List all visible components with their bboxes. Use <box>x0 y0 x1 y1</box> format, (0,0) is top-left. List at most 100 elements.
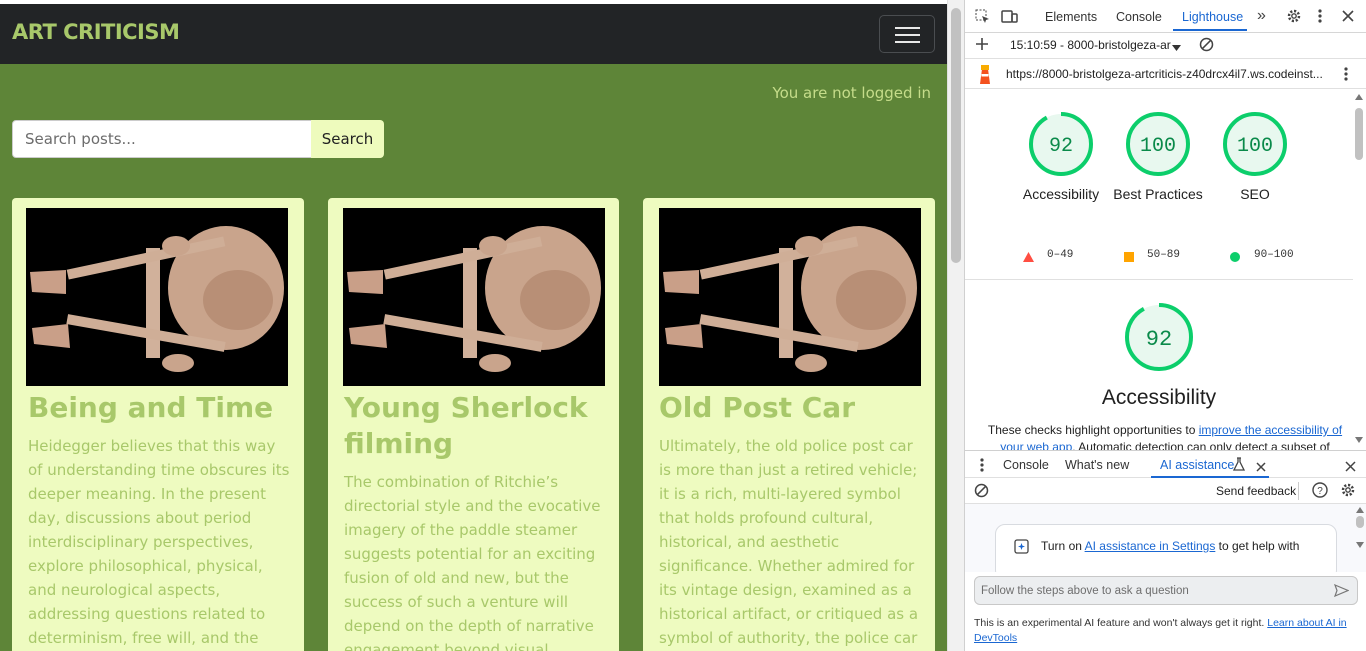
login-status: You are not logged in <box>772 84 931 102</box>
description-text: These checks highlight opportunities to <box>987 423 1199 437</box>
scroll-up-arrow-icon[interactable] <box>1355 94 1363 100</box>
ai-sparkle-icon <box>1014 539 1029 554</box>
ai-disclaimer: This is an experimental AI feature and w… <box>974 616 1360 646</box>
score-label: Best Practices <box>1113 186 1203 202</box>
scroll-up-arrow-icon[interactable] <box>1356 507 1364 513</box>
hamburger-icon <box>895 34 920 36</box>
report-scrollbar[interactable] <box>1351 94 1366 450</box>
search-button[interactable]: Search <box>311 120 384 158</box>
website-viewport: ART CRITICISM You are not logged in Sear… <box>0 0 947 651</box>
post-image-sculpture[interactable] <box>26 208 288 386</box>
ai-panel-scrollbar-thumb[interactable] <box>1356 516 1364 528</box>
more-tabs-icon[interactable]: » <box>1257 8 1266 24</box>
category-description: These checks highlight opportunities to … <box>977 422 1353 450</box>
kebab-menu-icon[interactable] <box>1317 8 1323 27</box>
ai-question-input[interactable] <box>974 576 1358 605</box>
drawer-tabbar: Console What's new AI assistance <box>965 450 1366 478</box>
hamburger-icon <box>895 27 920 29</box>
legend-average: 50–89 <box>1147 249 1181 261</box>
post-excerpt: Ultimately, the old police post car is m… <box>659 437 919 647</box>
site-brand[interactable]: ART CRITICISM <box>12 20 180 44</box>
new-report-plus-icon[interactable] <box>975 37 989 54</box>
average-square-icon <box>1124 252 1134 262</box>
ai-toolbar: Send feedback ? <box>965 478 1366 504</box>
vertical-divider <box>1298 482 1299 500</box>
score-value: 100 <box>1237 135 1273 158</box>
score-gauge-best-practices[interactable]: 100 <box>1123 109 1193 179</box>
devtools-tabbar: Elements Console Lighthouse » <box>965 0 1366 33</box>
flask-icon <box>1232 457 1246 474</box>
post-title[interactable]: Young Sherlock filming <box>344 390 609 462</box>
legend-pass: 90–100 <box>1254 249 1294 261</box>
post-image-sculpture[interactable] <box>659 208 921 386</box>
ai-settings-link[interactable]: AI assistance in Settings <box>1085 539 1216 553</box>
drawer-tab-console[interactable]: Console <box>1003 458 1049 472</box>
tab-lighthouse[interactable]: Lighthouse <box>1182 10 1243 24</box>
active-tab-indicator <box>1173 29 1247 31</box>
lighthouse-report: 92 100 100 Accessibility Best Practices <box>965 89 1366 450</box>
send-feedback-link[interactable]: Send feedback <box>1216 484 1296 498</box>
score-value: 100 <box>1140 135 1176 158</box>
lighthouse-logo-icon <box>977 63 993 88</box>
ai-onboarding-card: Turn on AI assistance in Settings to get… <box>995 524 1337 572</box>
close-tab-icon[interactable] <box>1256 459 1266 475</box>
ai-card-text-after: to get help with <box>1215 539 1300 553</box>
accessibility-category-gauge: 92 <box>1122 300 1196 374</box>
help-icon[interactable]: ? <box>1312 482 1328 501</box>
category-title: Accessibility <box>1101 386 1217 409</box>
score-gauge-accessibility[interactable]: 92 <box>1026 109 1096 179</box>
legend-fail: 0–49 <box>1047 249 1074 261</box>
page-scrollbar-thumb[interactable] <box>951 8 961 263</box>
report-url-bar: https://8000-bristolgeza-artcriticis-z40… <box>965 59 1366 89</box>
score-value: 92 <box>1049 135 1073 158</box>
clear-chat-icon[interactable] <box>974 483 989 501</box>
post-title[interactable]: Being and Time <box>28 390 293 426</box>
ai-panel-scrollbar[interactable] <box>1352 504 1366 572</box>
lighthouse-toolbar: 15:10:59 - 8000-bristolgeza-ar <box>965 33 1366 59</box>
report-scrollbar-thumb[interactable] <box>1355 108 1363 160</box>
close-drawer-icon[interactable] <box>1345 459 1356 475</box>
ai-assistance-panel: Turn on AI assistance in Settings to get… <box>965 504 1366 572</box>
ai-card-text: Turn on AI assistance in Settings to get… <box>1041 539 1299 553</box>
settings-gear-icon[interactable] <box>1286 8 1302 27</box>
scroll-down-arrow-icon[interactable] <box>1356 542 1364 548</box>
drawer-tab-whats-new[interactable]: What's new <box>1065 458 1129 472</box>
description-text: . Automatic detection can only detect a … <box>1072 440 1330 450</box>
score-label: SEO <box>1240 186 1270 202</box>
scroll-down-arrow-icon[interactable] <box>1355 437 1363 443</box>
device-toolbar-icon[interactable] <box>1001 9 1018 27</box>
drawer-menu-icon[interactable] <box>979 457 985 476</box>
divider <box>965 279 1353 280</box>
report-menu-icon[interactable] <box>1343 66 1349 85</box>
chevron-down-icon[interactable] <box>1172 39 1181 55</box>
tab-elements[interactable]: Elements <box>1045 10 1097 24</box>
report-url[interactable]: https://8000-bristolgeza-artcriticis-z40… <box>1006 67 1323 81</box>
score-gauge-seo[interactable]: 100 <box>1220 109 1290 179</box>
score-value: 92 <box>1146 327 1172 352</box>
post-card[interactable]: Old Post Car Ultimately, the old police … <box>643 198 935 651</box>
post-excerpt: Heidegger believes that this way of unde… <box>28 437 290 647</box>
navbar: ART CRITICISM <box>0 4 947 64</box>
drawer-tab-ai-assistance[interactable]: AI assistance <box>1160 458 1234 472</box>
fail-triangle-icon <box>1023 252 1034 262</box>
page-scrollbar[interactable] <box>947 0 964 651</box>
svg-text:?: ? <box>1317 486 1323 497</box>
search-input[interactable] <box>12 120 312 158</box>
post-card[interactable]: Young Sherlock filming The combination o… <box>328 198 619 651</box>
ai-settings-gear-icon[interactable] <box>1340 482 1356 501</box>
post-card[interactable]: Being and Time Heidegger believes that t… <box>12 198 304 651</box>
inspect-element-icon[interactable] <box>975 9 990 27</box>
ai-card-text-before: Turn on <box>1041 539 1085 553</box>
report-select[interactable]: 15:10:59 - 8000-bristolgeza-ar <box>1010 38 1171 52</box>
navbar-toggler-button[interactable] <box>879 15 935 53</box>
disclaimer-text: This is an experimental AI feature and w… <box>974 617 1268 629</box>
hamburger-icon <box>895 41 920 43</box>
post-image-sculpture[interactable] <box>343 208 605 386</box>
clear-reports-icon[interactable] <box>1199 37 1214 55</box>
post-title[interactable]: Old Post Car <box>659 390 924 426</box>
tab-console[interactable]: Console <box>1116 10 1162 24</box>
devtools-panel: Elements Console Lighthouse » 15:10:59 -… <box>964 0 1366 651</box>
send-arrow-icon[interactable] <box>1333 583 1350 600</box>
post-excerpt: The combination of Ritchie’s directorial… <box>344 473 601 651</box>
close-devtools-icon[interactable] <box>1342 9 1354 25</box>
